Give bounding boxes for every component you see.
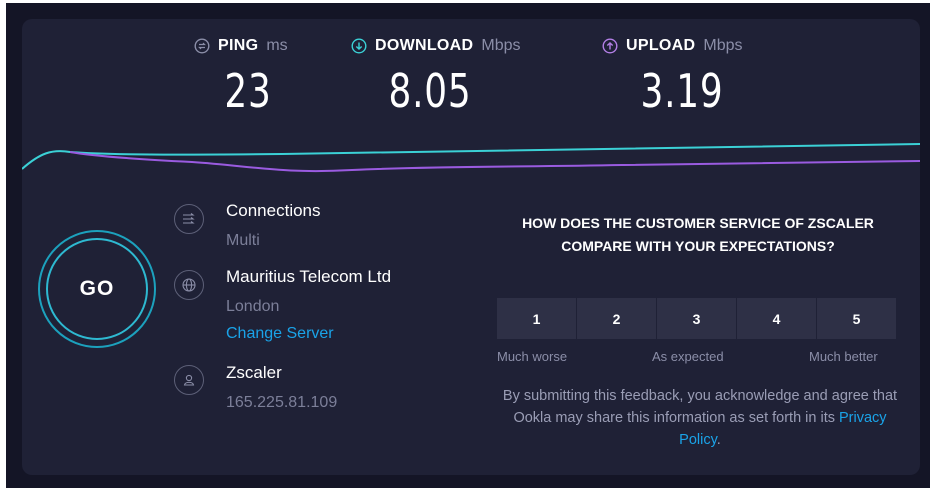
survey-question: HOW DOES THE CUSTOMER SERVICE OF ZSCALER… [522,215,874,254]
feedback-disclaimer: By submitting this feedback, you acknowl… [500,385,900,451]
ping-value: 23 [224,64,272,118]
speedtest-card: PING ms 23 DOWNLOAD Mbps 8.05 UPLOAD Mbp… [22,19,920,475]
rating-button-5[interactable]: 5 [817,298,896,339]
connections-title: Connections [226,201,321,220]
provider-name: Zscaler [226,363,282,382]
user-icon [174,365,204,395]
disclaimer-period: . [716,432,721,448]
download-unit: Mbps [481,37,521,54]
upload-value: 3.19 [640,64,724,118]
download-icon [351,38,367,54]
upload-label: UPLOAD [626,37,696,54]
speedtest-frame: PING ms 23 DOWNLOAD Mbps 8.05 UPLOAD Mbp… [6,3,930,488]
rating-scale: 1 2 3 4 5 [497,298,896,339]
ping-icon [194,38,210,54]
server-location: London [226,298,280,315]
rating-button-1[interactable]: 1 [497,298,576,339]
speed-graph [22,143,920,173]
globe-icon [174,270,204,300]
upload-icon [602,38,618,54]
upload-unit: Mbps [703,37,743,54]
connections-value: Multi [226,232,260,249]
download-value: 8.05 [388,64,472,118]
scale-mid-label: As expected [652,349,724,364]
go-button[interactable]: GO [46,238,148,340]
ping-metric: PING ms [194,37,288,55]
download-metric: DOWNLOAD Mbps [351,37,521,55]
provider-ip: 165.225.81.109 [226,394,338,411]
rating-button-4[interactable]: 4 [737,298,816,339]
rating-button-2[interactable]: 2 [577,298,656,339]
upload-metric: UPLOAD Mbps [602,37,742,55]
disclaimer-text: By submitting this feedback, you acknowl… [502,388,898,426]
download-graph-line [22,143,920,170]
download-label: DOWNLOAD [375,37,474,54]
connections-icon [174,204,204,234]
server-name: Mauritius Telecom Ltd [226,267,392,286]
ping-unit: ms [266,37,288,54]
scale-low-label: Much worse [497,349,568,364]
rating-button-3[interactable]: 3 [657,298,736,339]
change-server-link[interactable]: Change Server [226,325,334,343]
scale-high-label: Much better [809,349,878,364]
ping-label: PING [218,37,259,54]
